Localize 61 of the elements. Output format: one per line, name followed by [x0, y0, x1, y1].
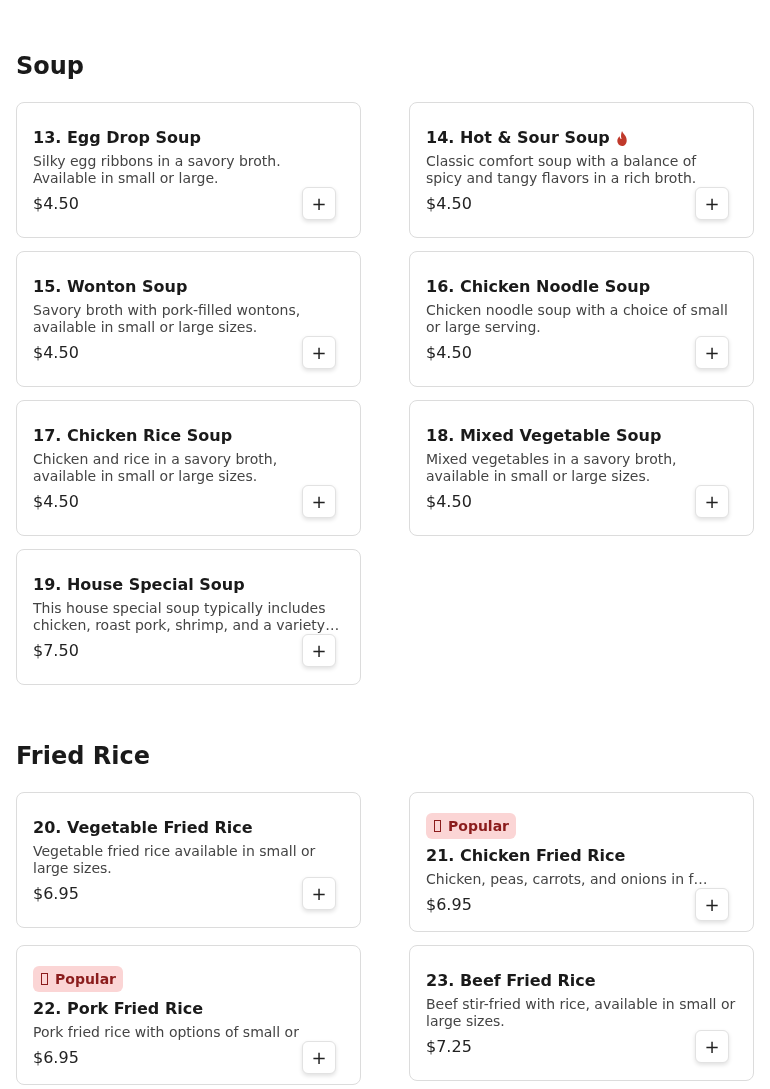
item-name: 13. Egg Drop Soup — [33, 127, 201, 149]
item-name: 15. Wonton Soup — [33, 276, 188, 298]
item-description: Savory broth with pork-filled wontons, available in small or large sizes. — [33, 302, 302, 336]
item-price: $6.95 — [33, 882, 79, 905]
add-button[interactable]: + — [302, 336, 336, 369]
item-description: Beef stir-fried with rice, available in small or large sizes. — [426, 996, 736, 1030]
section-heading: Fried Rice — [16, 741, 150, 772]
missing-glyph-icon — [434, 820, 441, 832]
menu-item-card[interactable]: 16. Chicken Noodle Soup Chicken noodle soup with a choice of small or large serving. $4.50 + — [409, 251, 754, 387]
item-name: 20. Vegetable Fried Rice — [33, 817, 253, 839]
item-price: $4.50 — [33, 192, 79, 215]
item-description: Mixed vegetables in a savory broth, available in small or large sizes. — [426, 451, 678, 485]
item-price: $6.95 — [33, 1046, 79, 1069]
item-price: $4.50 — [426, 341, 472, 364]
item-price: $4.50 — [33, 341, 79, 364]
menu-item-card[interactable]: Popular 21. Chicken Fried Rice Chicken, peas, carrots, and onions in f… $6.95 + — [409, 792, 754, 932]
item-description: Vegetable fried rice available in small or large sizes. — [33, 843, 317, 877]
menu-item-card[interactable]: 19. House Special Soup This house special soup typically includes chicken, roast pork, shrimp, and a variety… $7.50 + — [16, 549, 361, 685]
item-price: $4.50 — [33, 490, 79, 513]
add-button[interactable]: + — [302, 187, 336, 220]
item-description: Pork fried rice with options of small or — [33, 1024, 300, 1041]
add-button[interactable]: + — [695, 187, 729, 220]
add-button[interactable]: + — [695, 1030, 729, 1063]
menu-item-card[interactable]: 15. Wonton Soup Savory broth with pork-filled wontons, available in small or large sizes. $4.50 + — [16, 251, 361, 387]
add-button[interactable]: + — [695, 485, 729, 518]
item-name: 14. Hot & Sour Soup — [426, 127, 610, 149]
item-name: 18. Mixed Vegetable Soup — [426, 425, 662, 447]
add-button[interactable]: + — [302, 1041, 336, 1074]
item-name: 19. House Special Soup — [33, 574, 245, 596]
item-price: $4.50 — [426, 192, 472, 215]
item-name: 23. Beef Fried Rice — [426, 970, 596, 992]
popular-badge: Popular — [33, 966, 124, 992]
item-price: $4.50 — [426, 490, 472, 513]
add-button[interactable]: + — [302, 634, 336, 667]
menu-item-card[interactable]: 17. Chicken Rice Soup Chicken and rice in a savory broth, available in small or large sizes. $4.50 + — [16, 400, 361, 536]
menu-item-card[interactable]: 13. Egg Drop Soup Silky egg ribbons in a savory broth. Available in small or large. $4.50 + — [16, 102, 361, 238]
popular-badge: Popular — [426, 813, 517, 839]
item-description: Classic comfort soup with a balance of spicy and tangy flavors in a rich broth. — [426, 153, 698, 187]
item-description: Silky egg ribbons in a savory broth. Available in small or large. — [33, 153, 282, 187]
section-heading: Soup — [16, 51, 85, 82]
item-name: 16. Chicken Noodle Soup — [426, 276, 651, 298]
item-description: Chicken, peas, carrots, and onions in f… — [426, 871, 709, 888]
item-description: Chicken noodle soup with a choice of small or large serving. — [426, 302, 729, 336]
menu-item-card[interactable]: 23. Beef Fried Rice Beef stir-fried with rice, available in small or large sizes. $7.25 + — [409, 945, 754, 1081]
item-description: Chicken and rice in a savory broth, available in small or large sizes. — [33, 451, 279, 485]
item-price: $7.25 — [426, 1035, 472, 1058]
item-name: 22. Pork Fried Rice — [33, 998, 204, 1020]
item-name: 17. Chicken Rice Soup — [33, 425, 233, 447]
menu-item-card[interactable]: Popular 22. Pork Fried Rice Pork fried rice with options of small or $6.95 + — [16, 945, 361, 1085]
menu-item-card[interactable]: 14. Hot & Sour Soup Classic comfort soup with a balance of spicy and tangy flavors in a rich broth. $4.50 + — [409, 102, 754, 238]
missing-glyph-icon — [41, 973, 48, 985]
add-button[interactable]: + — [695, 336, 729, 369]
add-button[interactable]: + — [302, 877, 336, 910]
add-button[interactable]: + — [695, 888, 729, 921]
item-price: $7.50 — [33, 639, 79, 662]
menu-item-card[interactable]: 18. Mixed Vegetable Soup Mixed vegetables in a savory broth, available in small or large sizes. $4.50 + — [409, 400, 754, 536]
add-button[interactable]: + — [302, 485, 336, 518]
item-name: 21. Chicken Fried Rice — [426, 845, 626, 867]
item-description: This house special soup typically includes chicken, roast pork, shrimp, and a variety… — [33, 600, 341, 634]
menu-item-card[interactable]: 20. Vegetable Fried Rice Vegetable fried rice available in small or large sizes. $6.95 + — [16, 792, 361, 928]
item-price: $6.95 — [426, 893, 472, 916]
